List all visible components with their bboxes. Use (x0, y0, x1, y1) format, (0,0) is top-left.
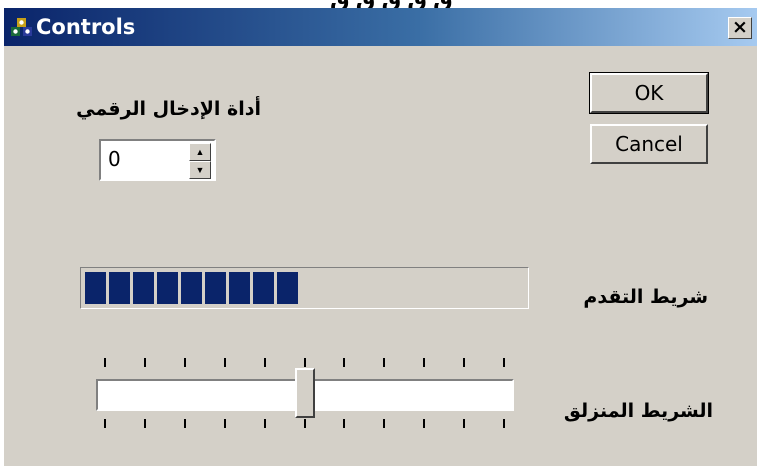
slider-tick (463, 358, 466, 367)
ok-button[interactable]: OK (589, 72, 709, 114)
spin-up-arrow-icon: ▲ (195, 147, 205, 157)
background-app-strip: ٯ ٯ ٯ ٯ ٯ (0, 0, 757, 8)
progress-label: شريط التقدم (583, 286, 708, 308)
spinner-label: أداة الإدخال الرقمي (76, 98, 261, 120)
spin-up-button[interactable]: ▲ (189, 143, 211, 161)
slider-tick (183, 358, 186, 367)
cancel-button[interactable]: Cancel (590, 124, 708, 164)
slider-tick (183, 419, 186, 428)
progress-block (229, 272, 250, 304)
progress-bar-fill (85, 272, 298, 304)
slider-tick (263, 358, 266, 367)
slider-tick (383, 419, 386, 428)
slider-tick (503, 419, 505, 428)
progress-block (205, 272, 226, 304)
close-button[interactable]: × (728, 17, 752, 39)
numeric-spinner[interactable]: 0 ▲ ▼ (99, 139, 216, 181)
progress-block (157, 272, 178, 304)
spinner-value[interactable]: 0 (108, 147, 121, 171)
slider-tick (223, 419, 226, 428)
slider-tick (343, 419, 346, 428)
slider-tick (383, 358, 386, 367)
slider-tick (143, 358, 146, 367)
progress-block (85, 272, 106, 304)
progress-block (133, 272, 154, 304)
slider-tick (303, 419, 306, 428)
slider-tick (463, 419, 466, 428)
controls-dialog: Controls × OK Cancel أداة الإدخال الرقمي… (4, 8, 757, 466)
close-icon: × (732, 16, 748, 38)
slider-tick (104, 358, 106, 367)
slider-tick (343, 358, 346, 367)
progress-block (277, 272, 298, 304)
progress-block (181, 272, 202, 304)
progress-block (109, 272, 130, 304)
title-bar[interactable]: Controls × (4, 8, 757, 46)
controls-app-icon (11, 18, 32, 36)
slider-tick (503, 358, 505, 367)
progress-block (253, 272, 274, 304)
slider-tick (143, 419, 146, 428)
slider-tick (423, 358, 426, 367)
slider-tick (263, 419, 266, 428)
slider-tick (104, 419, 106, 428)
slider-tick (223, 358, 226, 367)
slider-tick (303, 358, 306, 367)
slider-label: الشريط المنزلق (563, 400, 713, 422)
slider-thumb[interactable] (294, 368, 315, 418)
slider-tick (423, 419, 426, 428)
spin-down-arrow-icon: ▼ (195, 165, 205, 175)
spin-down-button[interactable]: ▼ (189, 161, 211, 179)
window-title: Controls (36, 15, 136, 39)
progress-bar (80, 267, 529, 309)
